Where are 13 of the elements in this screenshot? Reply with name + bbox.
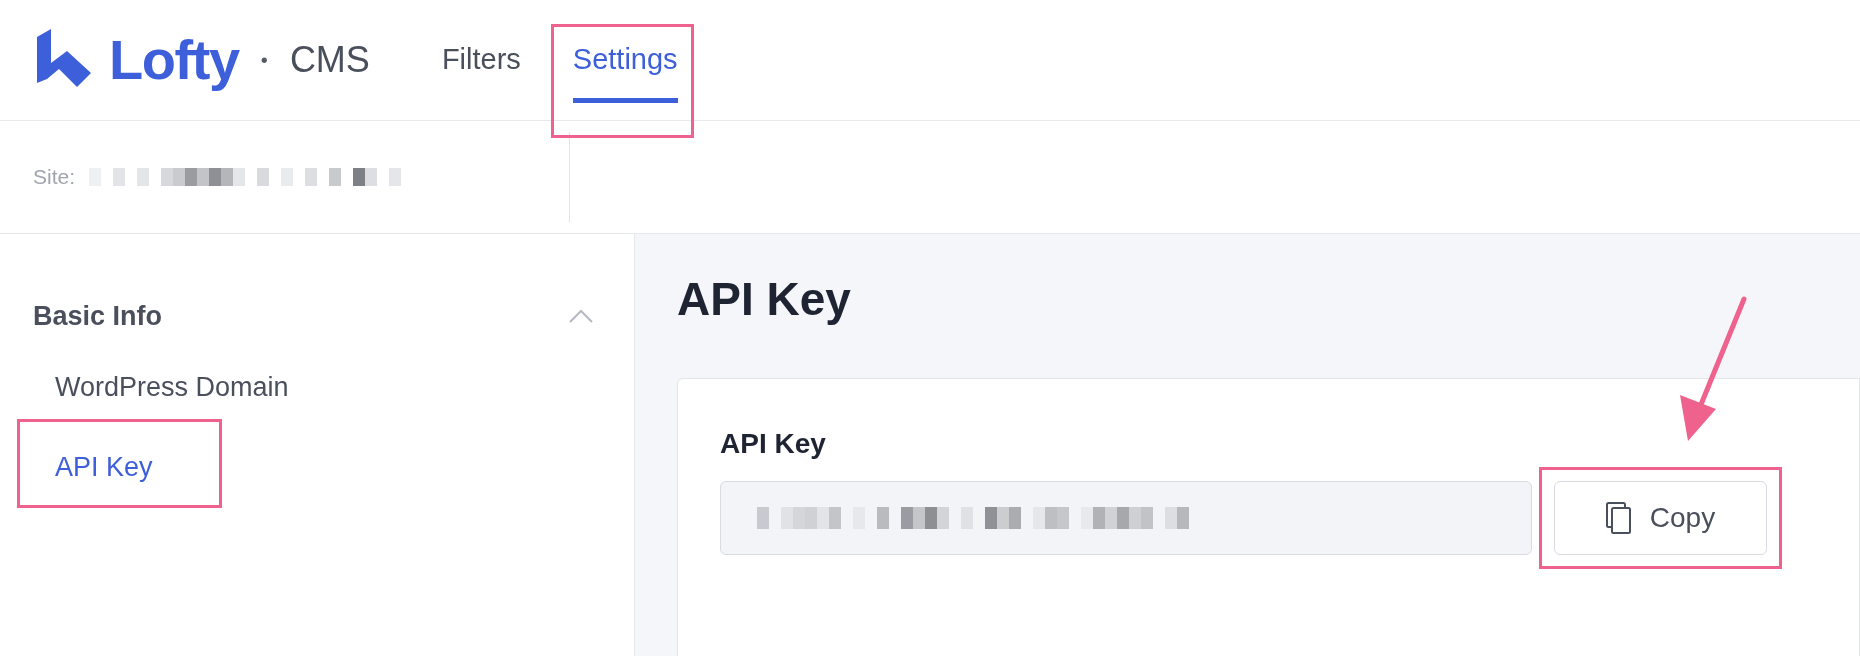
separator-dot: • bbox=[260, 48, 268, 73]
site-label: Site: bbox=[33, 164, 76, 191]
section-header[interactable]: Basic Info bbox=[33, 296, 594, 337]
sidebar-item[interactable]: API Key bbox=[55, 447, 153, 488]
copy-icon bbox=[1605, 502, 1632, 534]
nav-tab[interactable]: Settings bbox=[572, 0, 678, 120]
product-name: CMS bbox=[289, 38, 370, 82]
section-title: Basic Info bbox=[33, 300, 163, 333]
input-field[interactable] bbox=[720, 481, 1532, 555]
nav-tab[interactable]: Filters bbox=[441, 0, 521, 120]
sidebar-item[interactable]: WordPress Domain bbox=[55, 366, 289, 407]
field-label: API Key bbox=[720, 427, 827, 461]
copy-button[interactable]: Copy bbox=[1554, 481, 1767, 555]
